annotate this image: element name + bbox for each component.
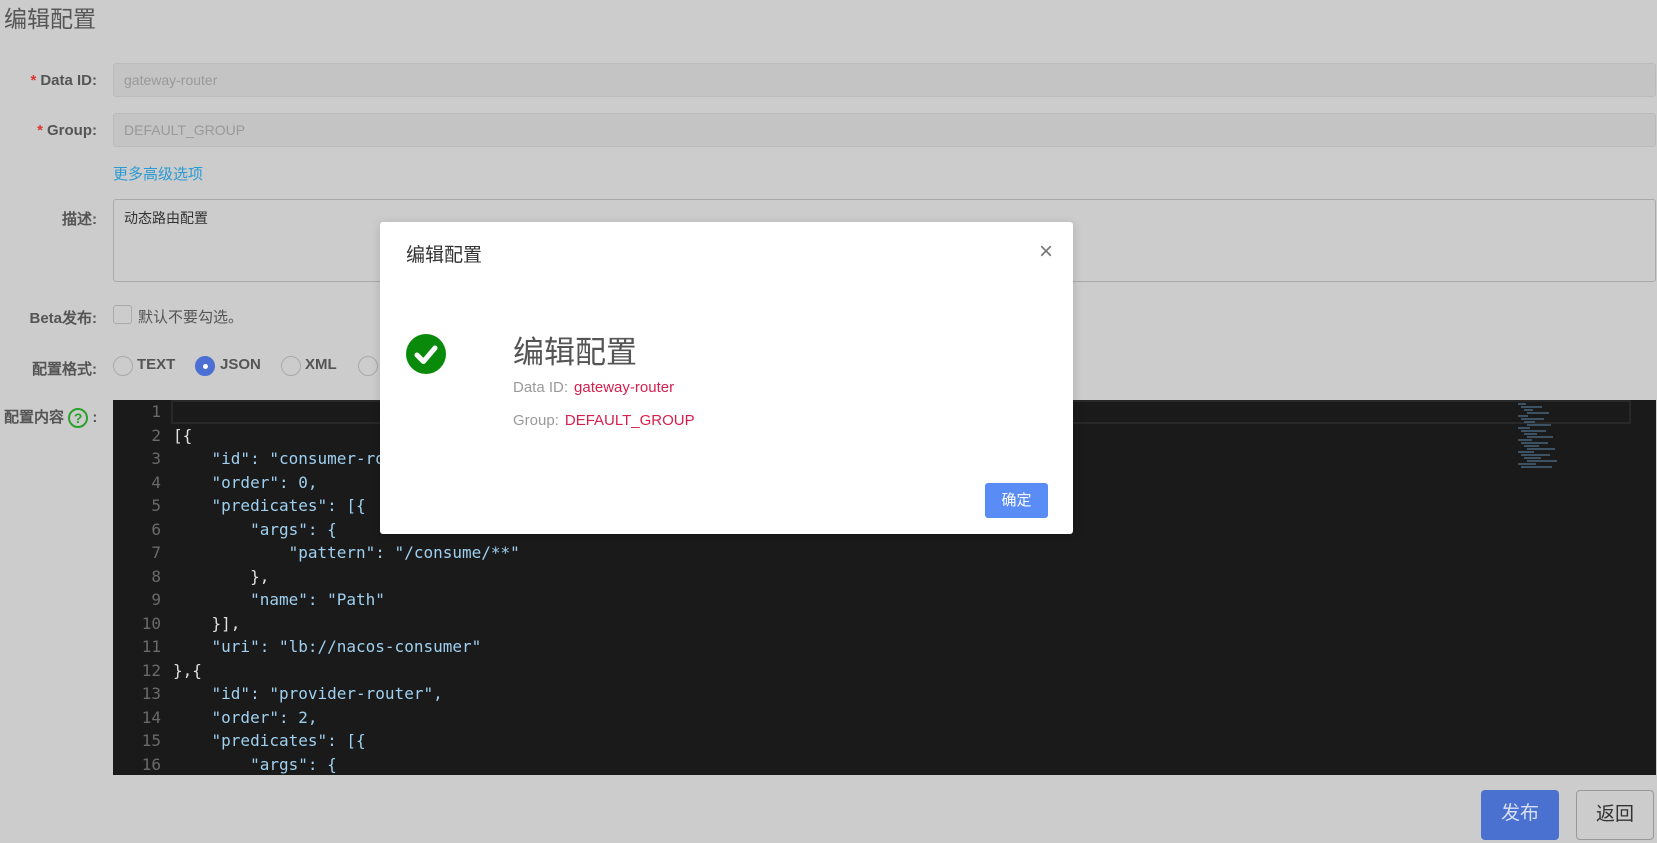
- code-text: "id": "provider-router",: [173, 684, 443, 703]
- line-number: 3: [151, 449, 161, 468]
- success-check-icon: [406, 334, 446, 374]
- code-line: 8 },: [113, 565, 1656, 589]
- line-number: 10: [141, 613, 161, 633]
- minimap-line: [1527, 448, 1555, 450]
- code-line: 12 },{: [113, 659, 1656, 683]
- code-line: 14 "order": 2,: [113, 706, 1656, 730]
- code-text: "args": {: [173, 754, 337, 774]
- minimap-line: [1521, 454, 1550, 456]
- minimap-line: [1521, 406, 1542, 408]
- code-line: 15 "predicates": [{: [113, 729, 1656, 753]
- format-radio-xml[interactable]: [281, 356, 301, 376]
- confirm-button[interactable]: 确定: [985, 483, 1048, 518]
- minimap-line: [1527, 412, 1549, 414]
- line-number: 4: [151, 472, 161, 492]
- minimap-line: [1521, 430, 1546, 432]
- code-text: "pattern": "/consume/**": [173, 543, 520, 562]
- code-line: 9 "name": "Path": [113, 588, 1656, 612]
- line-number: 16: [141, 754, 161, 774]
- advanced-options-link[interactable]: 更多高级选项: [113, 163, 203, 184]
- line-number: 9: [151, 590, 161, 609]
- dialog-heading: 编辑配置: [513, 335, 637, 370]
- dialog-group: Group: DEFAULT_GROUP: [513, 412, 695, 429]
- data-id-label: * Data ID:: [30, 72, 97, 89]
- code-text: "name": "Path": [173, 590, 385, 609]
- group-input[interactable]: DEFAULT_GROUP: [113, 113, 1656, 147]
- minimap-line: [1518, 463, 1536, 465]
- code-line: 7 "pattern": "/consume/**": [113, 541, 1656, 565]
- minimap-line: [1521, 466, 1552, 468]
- beta-label: Beta发布:: [29, 310, 97, 327]
- minimap-line: [1524, 433, 1537, 435]
- code-text: "order": 2,: [173, 707, 318, 727]
- line-number: 2: [151, 425, 161, 445]
- line-number: 6: [151, 519, 161, 539]
- code-line: 11 "uri": "lb://nacos-consumer": [113, 635, 1656, 659]
- minimap-line: [1524, 457, 1541, 459]
- line-number: 7: [151, 543, 161, 562]
- description-label: 描述:: [62, 211, 97, 228]
- format-radio-other[interactable]: [358, 356, 378, 376]
- code-text: }],: [173, 613, 241, 633]
- dialog-title: 编辑配置: [406, 245, 483, 266]
- data-id-input[interactable]: gateway-router: [113, 63, 1656, 97]
- minimap-line: [1518, 415, 1528, 417]
- success-dialog: 编辑配置 × 编辑配置 Data ID: gateway-router Group…: [380, 222, 1073, 534]
- code-line: 13 "id": "provider-router",: [113, 682, 1656, 706]
- close-icon[interactable]: ×: [1039, 240, 1053, 264]
- minimap-line: [1524, 421, 1535, 423]
- code-text: [{: [173, 425, 193, 445]
- page-title: 编辑配置: [4, 6, 96, 32]
- line-number: 13: [141, 684, 161, 703]
- minimap-line: [1521, 442, 1548, 444]
- minimap-line: [1527, 424, 1551, 426]
- minimap-line: [1527, 436, 1553, 438]
- minimap-line: [1527, 460, 1557, 462]
- line-number: 5: [151, 496, 161, 515]
- format-label: 配置格式:: [32, 361, 97, 378]
- line-number: 11: [141, 637, 161, 656]
- code-text: },{: [173, 660, 202, 680]
- code-text: },: [173, 566, 270, 586]
- minimap-line: [1518, 439, 1532, 441]
- code-text: "uri": "lb://nacos-consumer": [173, 637, 482, 656]
- beta-checkbox[interactable]: [113, 305, 132, 324]
- line-number: 14: [141, 707, 161, 727]
- group-label: * Group:: [37, 122, 97, 139]
- minimap-line: [1518, 451, 1534, 453]
- code-line: 16 "args": {: [113, 753, 1656, 776]
- publish-button[interactable]: 发布: [1481, 790, 1559, 840]
- beta-hint: 默认不要勾选。: [138, 309, 244, 326]
- line-number: 12: [141, 660, 161, 680]
- editor-minimap[interactable]: [1518, 402, 1578, 468]
- format-radio-json[interactable]: [195, 356, 215, 376]
- line-number: 1: [151, 402, 161, 421]
- minimap-line: [1524, 409, 1533, 411]
- dialog-data-id: Data ID: gateway-router: [513, 379, 675, 396]
- format-text-label: TEXT: [137, 356, 176, 373]
- format-xml-label: XML: [305, 356, 337, 373]
- code-text: "predicates": [{: [173, 496, 366, 515]
- code-text: "args": {: [173, 519, 337, 539]
- line-number: 8: [151, 566, 161, 586]
- content-label: 配置内容 ? :: [4, 408, 98, 429]
- code-text: "order": 0,: [173, 472, 318, 492]
- minimap-line: [1518, 403, 1526, 405]
- code-line: 10 }],: [113, 612, 1656, 636]
- minimap-line: [1524, 445, 1539, 447]
- minimap-line: [1518, 427, 1530, 429]
- back-button[interactable]: 返回: [1576, 790, 1654, 840]
- help-icon[interactable]: ?: [68, 408, 89, 429]
- minimap-line: [1521, 418, 1544, 420]
- format-radio-text[interactable]: [113, 356, 133, 376]
- format-json-label: JSON: [220, 356, 261, 373]
- code-text: "predicates": [{: [173, 731, 366, 750]
- line-number: 15: [141, 731, 161, 750]
